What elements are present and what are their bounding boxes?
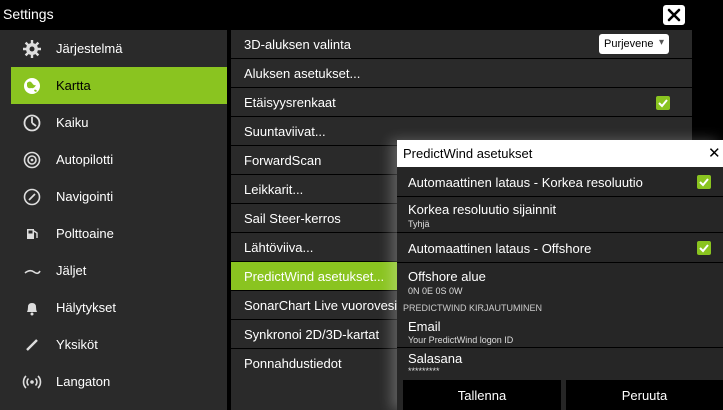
chart-globe-icon bbox=[24, 78, 40, 94]
sidebar-item-label: Hälytykset bbox=[56, 300, 116, 315]
row-range-rings[interactable]: Etäisyysrenkaat bbox=[231, 88, 692, 117]
row-label: Sail Steer-kerros bbox=[244, 211, 341, 226]
wireless-icon bbox=[22, 375, 42, 389]
row-label: Lähtöviiva... bbox=[244, 240, 314, 255]
sidebar-item-label: Autopilotti bbox=[56, 152, 114, 167]
sidebar-item-label: Kartta bbox=[56, 78, 91, 93]
cancel-button[interactable]: Peruuta bbox=[566, 380, 723, 410]
sidebar-item-polttoaine[interactable]: Polttoaine bbox=[0, 215, 227, 252]
auto-offshore-option[interactable]: Automaattinen lataus - Offshore bbox=[397, 233, 723, 263]
save-button[interactable]: Tallenna bbox=[403, 380, 561, 410]
row-label: Synkronoi 2D/3D-kartat bbox=[244, 327, 380, 342]
gear-icon bbox=[23, 40, 41, 58]
sidebar-item-label: Jäljet bbox=[56, 263, 87, 278]
row-value: ********* bbox=[408, 366, 440, 376]
row-value: Tyhjä bbox=[408, 219, 430, 229]
auto-offshore-checkbox[interactable] bbox=[697, 241, 711, 255]
echo-icon bbox=[23, 114, 41, 132]
row-label: Etäisyysrenkaat bbox=[244, 95, 336, 110]
sidebar-item-label: Polttoaine bbox=[56, 226, 114, 241]
row-label: Salasana bbox=[408, 351, 463, 366]
button-label: Peruuta bbox=[621, 388, 668, 403]
sidebar-item-jaljet[interactable]: Jäljet bbox=[0, 252, 227, 289]
bell-icon bbox=[27, 303, 37, 316]
close-icon[interactable]: ✕ bbox=[708, 144, 721, 162]
sidebar-item-label: Navigointi bbox=[56, 189, 114, 204]
row-label: Automaattinen lataus - Korkea resoluutio bbox=[408, 175, 643, 190]
select-value: Purjevene bbox=[604, 38, 654, 50]
title-bar: Settings bbox=[0, 0, 723, 30]
row-label: Korkea resoluutio sijainnit bbox=[408, 202, 557, 217]
range-rings-checkbox[interactable] bbox=[656, 96, 670, 110]
close-button[interactable] bbox=[663, 5, 685, 25]
checkmark-icon bbox=[699, 244, 709, 253]
offshore-area-option[interactable]: Offshore alue 0N 0E 0S 0W bbox=[397, 263, 723, 300]
sidebar-item-kaiku[interactable]: Kaiku bbox=[0, 104, 227, 141]
sidebar-item-jarjestelma[interactable]: Järjestelmä bbox=[0, 30, 227, 67]
row-value: 0N 0E 0S 0W bbox=[408, 286, 463, 296]
hires-locations-option[interactable]: Korkea resoluutio sijainnit Tyhjä bbox=[397, 197, 723, 233]
chevron-down-icon: ▾ bbox=[659, 37, 665, 48]
row-label: Ponnahdustiedot bbox=[244, 356, 342, 371]
auto-hires-checkbox[interactable] bbox=[697, 175, 711, 189]
row-label: Email bbox=[408, 319, 441, 334]
checkmark-icon bbox=[658, 99, 668, 108]
settings-sidebar: Järjestelmä Kartta Kaiku Autopilotti Nav… bbox=[0, 30, 227, 410]
predictwind-dialog: PredictWind asetukset ✕ Automaattinen la… bbox=[397, 140, 723, 410]
trail-icon bbox=[24, 269, 41, 275]
row-label: Aluksen asetukset... bbox=[244, 66, 361, 81]
row-label: ForwardScan bbox=[244, 153, 322, 168]
sidebar-item-label: Yksiköt bbox=[56, 337, 98, 352]
compass-icon bbox=[23, 188, 41, 206]
row-label: PredictWind asetukset... bbox=[244, 269, 385, 284]
sidebar-item-label: Langaton bbox=[56, 374, 111, 389]
ruler-icon bbox=[26, 339, 38, 351]
vessel-type-select[interactable]: Purjevene ▾ bbox=[599, 34, 669, 54]
row-label: Suuntaviivat... bbox=[244, 124, 326, 139]
login-section-header: PREDICTWIND KIRJAUTUMINEN bbox=[397, 300, 723, 314]
row-vessel-settings[interactable]: Aluksen asetukset... bbox=[231, 59, 692, 88]
sidebar-item-autopilotti[interactable]: Autopilotti bbox=[0, 141, 227, 178]
checkmark-icon bbox=[699, 178, 709, 187]
auto-hires-option[interactable]: Automaattinen lataus - Korkea resoluutio bbox=[397, 167, 723, 197]
close-icon bbox=[667, 8, 681, 22]
row-label: Offshore alue bbox=[408, 269, 486, 284]
section-title: PREDICTWIND KIRJAUTUMINEN bbox=[403, 303, 542, 313]
sidebar-item-navigointi[interactable]: Navigointi bbox=[0, 178, 227, 215]
fuel-icon bbox=[27, 229, 38, 239]
row-3d-vessel[interactable]: 3D-aluksen valinta Purjevene ▾ bbox=[231, 30, 692, 59]
window-title: Settings bbox=[3, 6, 54, 22]
row-label: 3D-aluksen valinta bbox=[244, 37, 351, 52]
button-label: Tallenna bbox=[457, 388, 507, 403]
sidebar-item-yksikot[interactable]: Yksiköt bbox=[0, 326, 227, 363]
sidebar-item-label: Kaiku bbox=[56, 115, 89, 130]
sidebar-item-kartta[interactable]: Kartta bbox=[11, 67, 227, 104]
dialog-title-bar: PredictWind asetukset ✕ bbox=[397, 140, 723, 167]
email-field[interactable]: Email Your PredictWind logon ID bbox=[397, 316, 723, 348]
sidebar-item-langaton[interactable]: Langaton bbox=[0, 363, 227, 400]
sidebar-item-halytykset[interactable]: Hälytykset bbox=[0, 289, 227, 326]
autopilot-icon bbox=[23, 151, 41, 169]
row-label: Leikkarit... bbox=[244, 182, 304, 197]
row-value: Your PredictWind logon ID bbox=[408, 335, 514, 345]
sidebar-item-label: Järjestelmä bbox=[56, 41, 123, 56]
password-field[interactable]: Salasana ********* bbox=[397, 348, 723, 380]
dialog-title: PredictWind asetukset bbox=[403, 146, 533, 161]
row-label: Automaattinen lataus - Offshore bbox=[408, 241, 592, 256]
